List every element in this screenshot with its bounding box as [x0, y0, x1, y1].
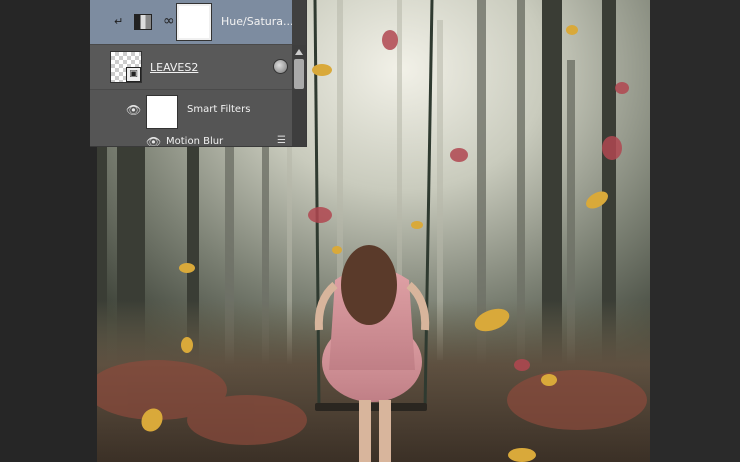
eye-icon[interactable]: 👁 — [146, 135, 161, 146]
hue-saturation-adjustment-icon — [134, 14, 152, 30]
clipping-arrow-icon: ↵ — [114, 15, 124, 28]
eye-icon[interactable]: 👁 — [126, 103, 141, 117]
layer-name-hue-saturation: Hue/Satura... — [221, 15, 294, 28]
scrollbar-cap — [292, 0, 306, 45]
scroll-up-arrow-icon[interactable] — [295, 49, 303, 55]
motion-blur-label: Motion Blur — [166, 136, 224, 147]
workspace-background — [650, 0, 740, 462]
smart-filter-mask-thumbnail[interactable] — [146, 95, 178, 129]
layers-scrollbar[interactable] — [292, 45, 306, 146]
layer-mask-thumbnail[interactable] — [177, 4, 211, 40]
smart-filter-icon — [273, 59, 288, 74]
smart-filters-label: Smart Filters — [187, 104, 251, 115]
layers-panel: ↵ ∞ Hue/Satura... ▣ LEAVES2 👁 Smart Filt… — [90, 0, 307, 147]
scrollbar-thumb[interactable] — [294, 59, 304, 89]
chain-link-icon[interactable]: ∞ — [163, 12, 175, 30]
layer-name-leaves2: LEAVES2 — [150, 61, 199, 74]
smart-object-badge-icon: ▣ — [126, 67, 141, 82]
filter-blending-options-icon[interactable]: ☰ — [277, 135, 286, 146]
